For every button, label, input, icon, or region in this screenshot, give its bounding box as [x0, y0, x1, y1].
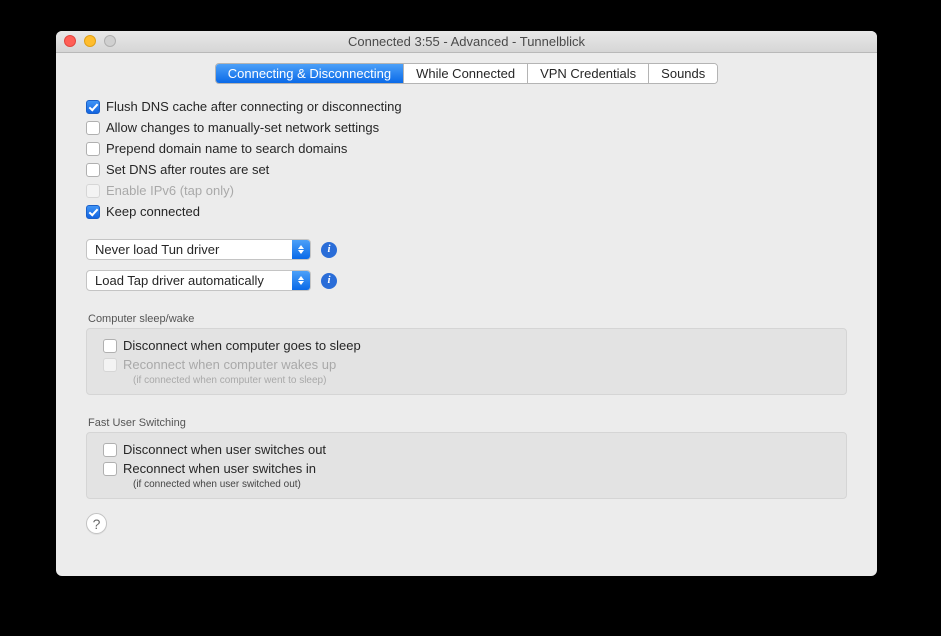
- flush-dns-label: Flush DNS cache after connecting or disc…: [106, 98, 402, 116]
- fus-group-label: Fast User Switching: [88, 417, 847, 429]
- titlebar: Connected 3:55 - Advanced - Tunnelblick: [56, 31, 877, 53]
- reconnect-wake-label: Reconnect when computer wakes up: [123, 356, 336, 374]
- help-button[interactable]: ?: [86, 513, 107, 534]
- traffic-lights: [64, 35, 116, 47]
- segmented-control: Connecting & Disconnecting While Connect…: [215, 63, 719, 84]
- sleep-wake-group-label: Computer sleep/wake: [88, 313, 847, 325]
- option-row: Disconnect when user switches out: [103, 441, 830, 459]
- option-row: Prepend domain name to search domains: [86, 140, 847, 158]
- option-row: Disconnect when computer goes to sleep: [103, 337, 830, 355]
- tab-while-connected[interactable]: While Connected: [404, 64, 528, 83]
- content-area: Flush DNS cache after connecting or disc…: [56, 98, 877, 534]
- option-row: Enable IPv6 (tap only): [86, 182, 847, 200]
- tun-driver-row: Never load Tun driver i: [86, 239, 847, 260]
- option-row: Reconnect when user switches in: [103, 460, 830, 478]
- disconnect-switchout-label: Disconnect when user switches out: [123, 441, 326, 459]
- sleep-wake-note: (if connected when computer went to slee…: [133, 375, 830, 386]
- help-row: ?: [86, 513, 847, 534]
- reconnect-switchin-checkbox[interactable]: [103, 462, 117, 476]
- tab-bar: Connecting & Disconnecting While Connect…: [56, 53, 877, 98]
- enable-ipv6-label: Enable IPv6 (tap only): [106, 182, 234, 200]
- prepend-domain-checkbox[interactable]: [86, 142, 100, 156]
- tap-driver-value: Load Tap driver automatically: [95, 273, 264, 288]
- prepend-domain-label: Prepend domain name to search domains: [106, 140, 347, 158]
- flush-dns-checkbox[interactable]: [86, 100, 100, 114]
- option-row: Reconnect when computer wakes up: [103, 356, 830, 374]
- minimize-button[interactable]: [84, 35, 96, 47]
- option-row: Allow changes to manually-set network se…: [86, 119, 847, 137]
- fus-note: (if connected when user switched out): [133, 479, 830, 490]
- sleep-wake-group: Computer sleep/wake Disconnect when comp…: [86, 313, 847, 395]
- keep-connected-label: Keep connected: [106, 203, 200, 221]
- fast-user-switching-group: Fast User Switching Disconnect when user…: [86, 417, 847, 499]
- option-row: Set DNS after routes are set: [86, 161, 847, 179]
- reconnect-switchin-label: Reconnect when user switches in: [123, 460, 316, 478]
- close-button[interactable]: [64, 35, 76, 47]
- tun-driver-value: Never load Tun driver: [95, 242, 219, 257]
- chevron-updown-icon: [292, 240, 310, 259]
- option-row: Keep connected: [86, 203, 847, 221]
- option-row: Flush DNS cache after connecting or disc…: [86, 98, 847, 116]
- disconnect-sleep-checkbox[interactable]: [103, 339, 117, 353]
- window-title: Connected 3:55 - Advanced - Tunnelblick: [348, 34, 585, 49]
- tab-vpn-credentials[interactable]: VPN Credentials: [528, 64, 649, 83]
- preferences-window: Connected 3:55 - Advanced - Tunnelblick …: [56, 31, 877, 576]
- sleep-wake-group-box: Disconnect when computer goes to sleep R…: [86, 328, 847, 395]
- disconnect-sleep-label: Disconnect when computer goes to sleep: [123, 337, 361, 355]
- zoom-button[interactable]: [104, 35, 116, 47]
- fus-group-box: Disconnect when user switches out Reconn…: [86, 432, 847, 499]
- tap-driver-row: Load Tap driver automatically i: [86, 270, 847, 291]
- disconnect-switchout-checkbox[interactable]: [103, 443, 117, 457]
- allow-changes-label: Allow changes to manually-set network se…: [106, 119, 379, 137]
- chevron-updown-icon: [292, 271, 310, 290]
- enable-ipv6-checkbox: [86, 184, 100, 198]
- reconnect-wake-checkbox: [103, 358, 117, 372]
- allow-changes-checkbox[interactable]: [86, 121, 100, 135]
- set-dns-routes-checkbox[interactable]: [86, 163, 100, 177]
- tab-connecting-disconnecting[interactable]: Connecting & Disconnecting: [216, 64, 404, 83]
- tap-driver-popup[interactable]: Load Tap driver automatically: [86, 270, 311, 291]
- info-icon[interactable]: i: [321, 242, 337, 258]
- tab-sounds[interactable]: Sounds: [649, 64, 717, 83]
- set-dns-routes-label: Set DNS after routes are set: [106, 161, 269, 179]
- keep-connected-checkbox[interactable]: [86, 205, 100, 219]
- help-icon: ?: [93, 516, 101, 532]
- info-icon[interactable]: i: [321, 273, 337, 289]
- tun-driver-popup[interactable]: Never load Tun driver: [86, 239, 311, 260]
